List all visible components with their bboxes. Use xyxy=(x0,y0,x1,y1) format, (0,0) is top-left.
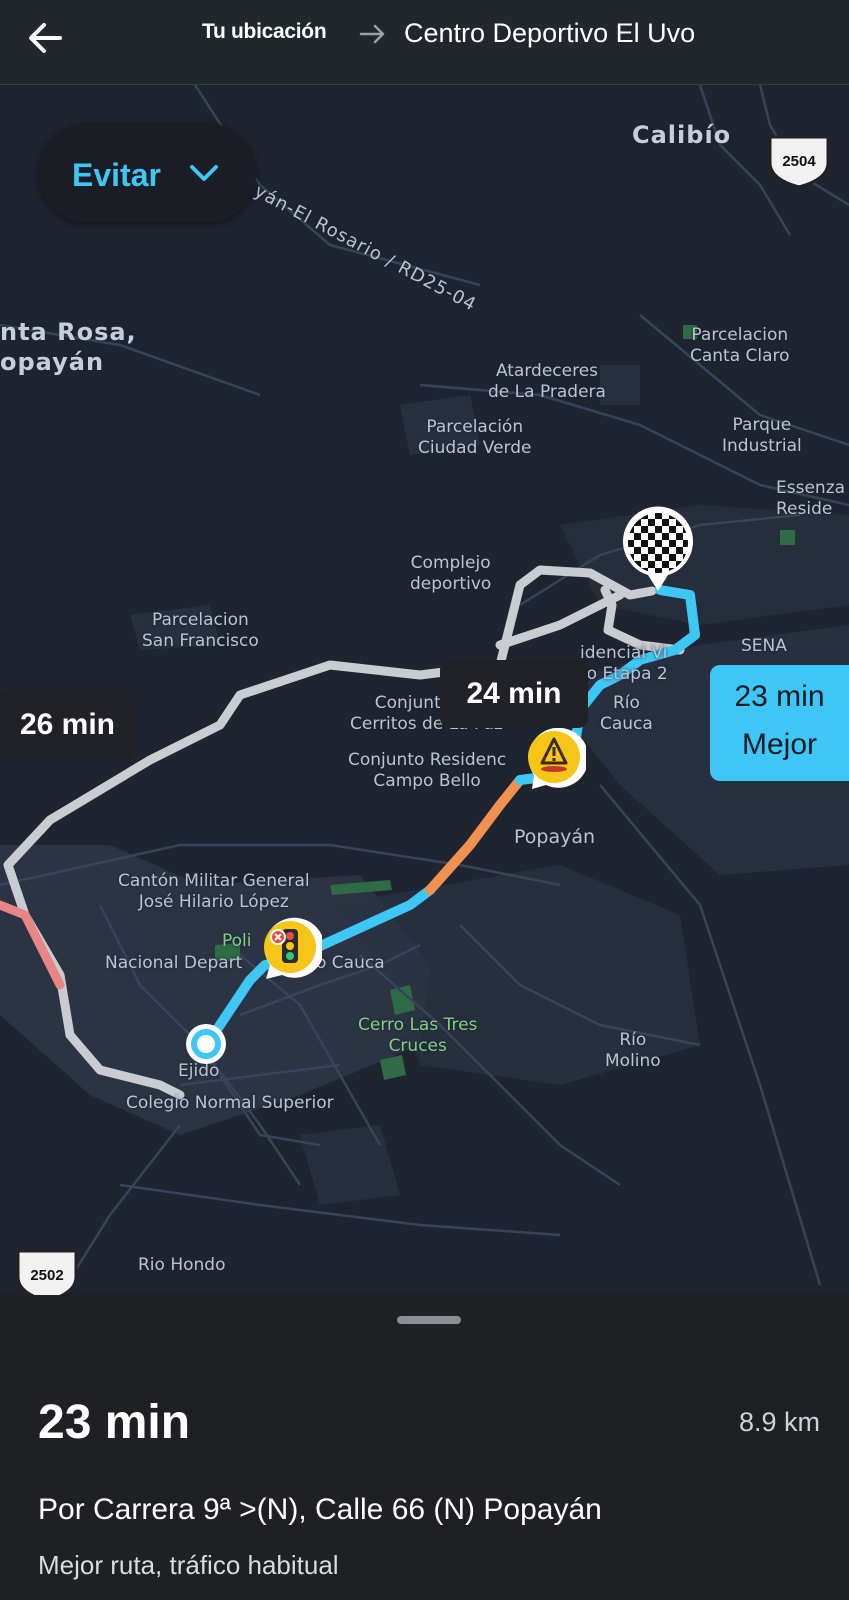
alt-route-time-bubble[interactable]: 24 min xyxy=(440,660,588,728)
place-label: o Cauca xyxy=(316,953,385,973)
avoid-dropdown-button[interactable]: Evitar xyxy=(38,123,256,223)
top-bar: Tu ubicación Centro Deportivo El Uvo xyxy=(0,0,849,85)
map-view[interactable]: 2504 2502 Calibío ayán-El Rosario / RD25… xyxy=(0,85,849,1295)
route-arrow-icon xyxy=(358,20,388,48)
place-label: SENA xyxy=(741,636,787,656)
best-route-label: Mejor xyxy=(741,728,817,761)
origin-label[interactable]: Tu ubicación xyxy=(202,20,327,44)
destination-label[interactable]: Centro Deportivo El Uvo xyxy=(404,18,695,49)
place-label: Parque Industrial xyxy=(722,415,802,456)
place-label: Rio Hondo xyxy=(138,1255,226,1275)
avoid-label: Evitar xyxy=(72,157,161,193)
place-label: Nacional Depart xyxy=(105,953,243,973)
place-label: Poli xyxy=(222,931,252,951)
place-label: Conjunto Residenc Campo Bello xyxy=(348,750,507,791)
place-label: Colegio Normal Superior xyxy=(126,1093,334,1113)
traffic-jam-icon[interactable] xyxy=(258,915,322,983)
place-label: nta Rosa, opayán xyxy=(0,318,137,376)
back-arrow-icon[interactable] xyxy=(20,12,72,64)
place-label: idencial Vi to Etapa 2 xyxy=(580,643,668,684)
route-summary-sheet[interactable]: 23 min 8.9 km Por Carrera 9ª >(N), Calle… xyxy=(0,1295,849,1600)
current-location-icon[interactable] xyxy=(184,1022,228,1066)
place-label: Río Molino xyxy=(605,1030,661,1071)
alt-route-time-bubble[interactable]: 26 min xyxy=(0,690,135,760)
place-label: Complejo deportivo xyxy=(410,553,492,594)
best-route-time-bubble[interactable]: 23 min Mejor xyxy=(710,665,849,781)
place-label: Cerro Las Tres Cruces xyxy=(358,1015,478,1056)
place-label: Cantón Militar General José Hilario López xyxy=(118,871,310,912)
chevron-down-icon xyxy=(186,159,222,187)
drag-handle[interactable] xyxy=(397,1316,461,1324)
place-label: Parcelación Ciudad Verde xyxy=(418,417,532,458)
shield-number: 2502 xyxy=(30,1267,64,1284)
place-label: Atardeceres de La Pradera xyxy=(488,361,606,402)
route-note: Mejor ruta, tráfico habitual xyxy=(38,1550,339,1580)
place-label: Parcelacion Canta Claro xyxy=(690,325,790,366)
best-route-time: 23 min xyxy=(734,680,825,713)
place-label: Popayán xyxy=(514,826,596,848)
route-distance: 8.9 km xyxy=(738,1407,820,1437)
place-label: Río Cauca xyxy=(600,693,653,734)
place-label: Parcelacion San Francisco xyxy=(142,610,259,651)
place-label: Essenza Reside xyxy=(776,478,846,519)
highway-shield-icon: 2504 xyxy=(766,133,832,189)
place-label: Calibío xyxy=(632,121,732,149)
highway-shield-icon: 2502 xyxy=(14,1247,80,1295)
eta-time: 23 min xyxy=(38,1396,191,1449)
hazard-icon[interactable] xyxy=(522,725,586,793)
destination-flag-icon[interactable] xyxy=(620,505,696,593)
route-via: Por Carrera 9ª >(N), Calle 66 (N) Popayá… xyxy=(38,1493,602,1526)
shield-number: 2504 xyxy=(782,153,816,170)
